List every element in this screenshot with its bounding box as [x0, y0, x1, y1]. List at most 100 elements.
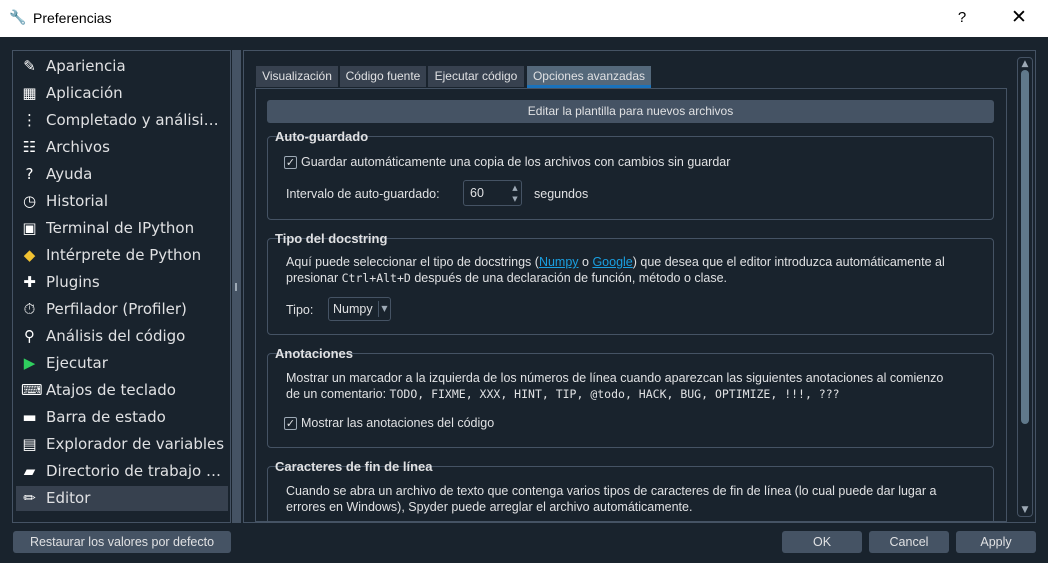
sidebar-item-label: Editor	[46, 489, 91, 507]
terminal-icon: ▣	[22, 219, 37, 237]
sidebar-item-label: Ayuda	[46, 165, 93, 183]
completado-icon: ⋮	[22, 111, 37, 129]
annotations-title: Anotaciones	[275, 346, 354, 361]
restore-defaults-button[interactable]: Restaurar los valores por defecto	[13, 531, 231, 553]
cancel-button[interactable]: Cancel	[869, 531, 949, 553]
autosave-title: Auto-guardado	[275, 129, 369, 144]
tab-opciones-avanzadas[interactable]: Opciones avanzadas	[527, 66, 651, 88]
atajos-icon: ⌨	[21, 381, 43, 399]
archivos-icon: ☷	[22, 138, 37, 156]
autosave-checkbox[interactable]: ✓	[284, 156, 297, 169]
tab-visualizacion[interactable]: Visualización	[256, 66, 338, 87]
editor-icon: ✏	[23, 489, 36, 507]
docstring-type-label: Tipo:	[286, 303, 314, 317]
wrench-icon: 🔧	[9, 10, 27, 26]
docstring-description-line-1: Aquí puede seleccionar el tipo de docstr…	[286, 255, 945, 269]
sidebar-item-historial[interactable]: ◷ Historial	[16, 189, 228, 214]
directorio-icon: ▰	[23, 462, 36, 480]
ejecutar-icon: ▶	[23, 354, 36, 372]
sidebar-item-label: Historial	[46, 192, 109, 210]
advanced-options-page: Editar la plantilla para nuevos archivos…	[255, 88, 1007, 522]
annotations-checkbox-label: Mostrar las anotaciones del código	[301, 416, 495, 430]
sidebar-item-editor[interactable]: ✏ Editor	[16, 486, 228, 511]
sidebar-item-apariencia[interactable]: ✎ Apariencia	[16, 54, 228, 79]
sidebar-item-label: Archivos	[46, 138, 110, 156]
sidebar-item-ayuda[interactable]: ? Ayuda	[16, 162, 228, 187]
sidebar-item-analisis[interactable]: ⚲ Análisis del código	[16, 324, 228, 349]
sidebar-item-label: Perfilador (Profiler)	[46, 300, 187, 318]
docstring-title: Tipo del docstring	[275, 231, 388, 246]
tab-codigo-fuente[interactable]: Código fuente	[340, 66, 426, 87]
interprete-icon: ◆	[23, 246, 36, 264]
scroll-down-icon[interactable]: ▼	[1020, 505, 1030, 515]
ayuda-icon: ?	[25, 165, 34, 183]
sidebar-item-aplicacion[interactable]: ▦ Aplicación	[16, 81, 228, 106]
help-button[interactable]: ?	[950, 4, 974, 32]
sidebar-item-label: Completado y análisis de...	[46, 111, 226, 129]
chevron-down-icon: ▼	[378, 301, 390, 317]
sidebar-item-label: Terminal de IPython	[46, 219, 195, 237]
docstring-type-value: Numpy	[333, 302, 373, 316]
autosave-interval-label: Intervalo de auto-guardado:	[286, 187, 440, 201]
window-title: Preferencias	[33, 10, 112, 26]
apply-button[interactable]: Apply	[956, 531, 1036, 553]
eol-description-line-2: errores en Windows), Spyder puede arregl…	[286, 500, 693, 514]
sidebar-splitter[interactable]	[232, 50, 241, 523]
sidebar-item-archivos[interactable]: ☷ Archivos	[16, 135, 228, 160]
sidebar-item-perfilador[interactable]: ⏱ Perfilador (Profiler)	[16, 297, 228, 322]
autosave-interval-unit: segundos	[534, 187, 589, 201]
autosave-interval-spinbox[interactable]: 60 ▲ ▼	[463, 180, 522, 206]
annotation-tags: TODO, FIXME, XXX, HINT, TIP, @todo, HACK…	[389, 387, 840, 401]
sidebar-item-label: Ejecutar	[46, 354, 108, 372]
numpy-link[interactable]: Numpy	[539, 255, 579, 269]
sidebar-item-interprete[interactable]: ◆ Intérprete de Python	[16, 243, 228, 268]
perfilador-icon: ⏱	[23, 300, 36, 318]
page-scrollbar[interactable]: ▲ ▼	[1017, 57, 1033, 517]
sidebar-item-explorador-variables[interactable]: ▤ Explorador de variables	[16, 432, 228, 457]
sidebar-item-label: Atajos de teclado	[46, 381, 176, 399]
edit-template-button[interactable]: Editar la plantilla para nuevos archivos	[267, 100, 994, 123]
aplicacion-icon: ▦	[22, 84, 37, 102]
annotations-checkbox[interactable]: ✓	[284, 417, 297, 430]
explorador-variables-icon: ▤	[22, 435, 37, 453]
sidebar-item-label: Plugins	[46, 273, 100, 291]
sidebar-item-ejecutar[interactable]: ▶ Ejecutar	[16, 351, 228, 376]
sidebar-item-label: Análisis del código	[46, 327, 186, 345]
eol-description-line-1: Cuando se abra un archivo de texto que c…	[286, 484, 937, 498]
google-link[interactable]: Google	[592, 255, 632, 269]
splitter-grip[interactable]	[235, 283, 237, 291]
scrollbar-handle[interactable]	[1021, 70, 1029, 424]
sidebar-item-label: Barra de estado	[46, 408, 166, 426]
apariencia-icon: ✎	[23, 57, 36, 75]
analisis-icon: ⚲	[24, 327, 35, 345]
ok-button[interactable]: OK	[782, 531, 862, 553]
title-bar: 🔧 Preferencias ? ✕	[0, 0, 1048, 37]
shortcut-text: Ctrl+Alt+D	[341, 271, 411, 285]
sidebar-item-terminal[interactable]: ▣ Terminal de IPython	[16, 216, 228, 241]
sidebar-item-label: Apariencia	[46, 57, 126, 75]
autosave-interval-value: 60	[470, 186, 484, 200]
sidebar-item-directorio[interactable]: ▰ Directorio de trabajo act...	[16, 459, 228, 484]
sidebar-item-label: Directorio de trabajo act...	[46, 462, 226, 480]
annotations-description-line-1: Mostrar un marcador a la izquierda de lo…	[286, 371, 944, 385]
historial-icon: ◷	[22, 192, 37, 210]
spin-down-icon[interactable]: ▼	[509, 193, 521, 205]
plugins-icon: ✚	[23, 273, 36, 291]
close-button[interactable]: ✕	[1006, 4, 1032, 32]
scroll-up-icon[interactable]: ▲	[1020, 59, 1030, 69]
tab-ejecutar-codigo[interactable]: Ejecutar código	[428, 66, 524, 87]
preferences-sidebar: ✎ Apariencia ▦ Aplicación ⋮ Completado y anál…	[12, 50, 231, 523]
sidebar-item-label: Explorador de variables	[46, 435, 225, 453]
sidebar-item-label: Aplicación	[46, 84, 123, 102]
eol-title: Caracteres de fin de línea	[275, 459, 433, 474]
sidebar-item-plugins[interactable]: ✚ Plugins	[16, 270, 228, 295]
autosave-group	[267, 136, 994, 220]
sidebar-item-barra-estado[interactable]: ▬ Barra de estado	[16, 405, 228, 430]
barra-estado-icon: ▬	[22, 408, 37, 426]
sidebar-item-completado[interactable]: ⋮ Completado y análisis de...	[16, 108, 228, 133]
docstring-type-select[interactable]: Numpy ▼	[328, 297, 391, 321]
annotations-description-line-2: de un comentario: TODO, FIXME, XXX, HINT…	[286, 387, 840, 401]
sidebar-item-atajos[interactable]: ⌨ Atajos de teclado	[16, 378, 228, 403]
docstring-description-line-2: presionar Ctrl+Alt+D después de una decl…	[286, 271, 728, 285]
sidebar-item-label: Intérprete de Python	[46, 246, 202, 264]
